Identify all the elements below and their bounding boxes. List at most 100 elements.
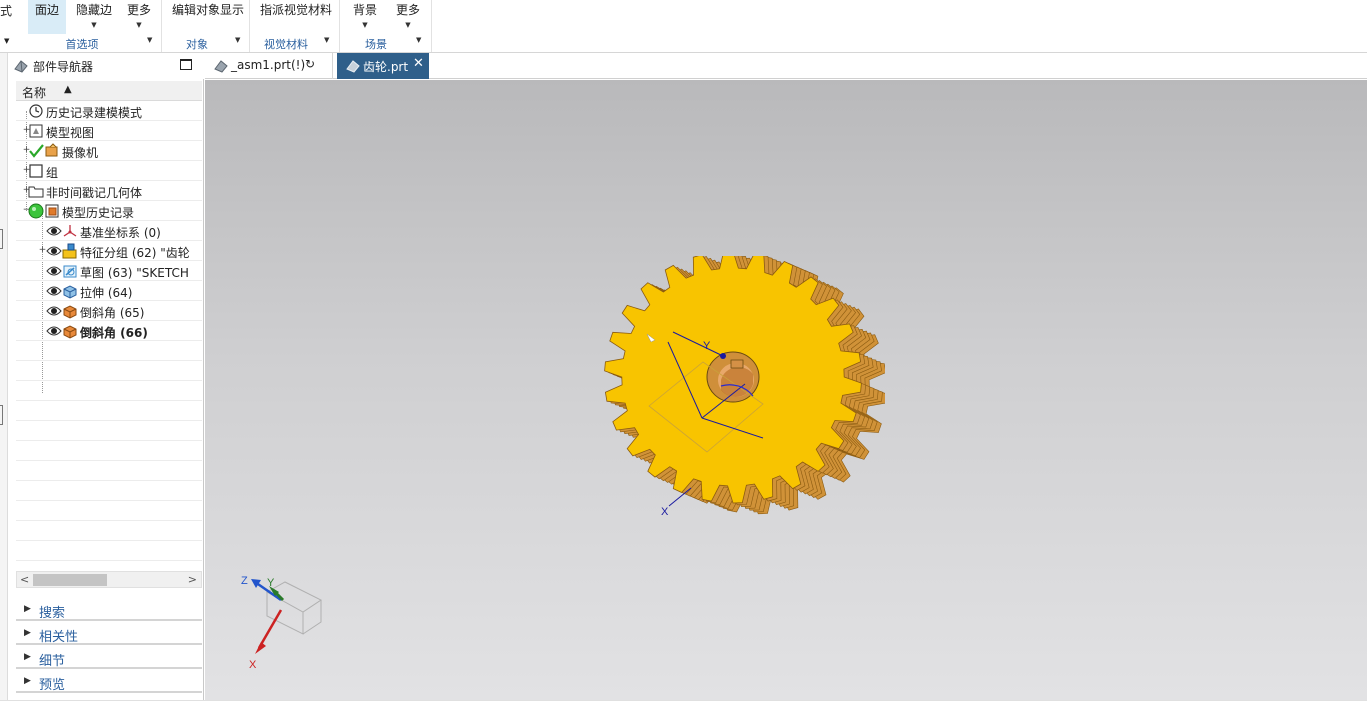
triad-z-arrow [251,579,261,588]
visibility-eye-icon[interactable] [46,285,62,297]
tree-row-empty [16,361,202,381]
background-label: 背景 [352,3,377,17]
tab-asm1[interactable]: _asm1.prt(!) ↻ [205,53,333,79]
group-dropdown-icon[interactable]: ▼ [147,36,152,44]
ribbon-partial-dropdown[interactable]: ▼ [4,37,9,45]
group-title-preferences: 首选项 [65,38,99,51]
model-view-icon [29,124,43,138]
tree-row[interactable]: − 模型历史记录 [16,201,202,221]
group-dropdown-icon[interactable]: ▼ [416,36,421,44]
group-title-visual-material: 视觉材料 [264,38,308,51]
group-dropdown-icon[interactable]: ▼ [235,36,240,44]
tree-row[interactable]: + 摄像机 [16,141,202,161]
graphics-viewport[interactable]: Y X Z Y X [205,80,1367,700]
status-green-icon [28,203,44,219]
section-preview-label: 预览 [39,678,66,693]
tree-row-empty [16,421,202,441]
section-preview[interactable]: ▶ 预览 [16,671,202,693]
tree-row[interactable]: 历史记录建模模式 [16,101,202,121]
folder-icon [28,186,44,198]
triad-x-label: X [249,659,257,668]
face-edges-button[interactable]: 面边 [28,0,66,34]
assign-visual-material-label: 指派视觉材料 [260,3,333,17]
visibility-eye-icon[interactable] [46,305,62,317]
csys-y-label: Y [703,340,711,352]
extrude-icon [63,285,77,299]
tree-row[interactable]: + 模型视图 [16,121,202,141]
tab-gear-prt[interactable]: 齿轮.prt ✕ [337,53,429,79]
visibility-eye-icon[interactable] [46,325,62,337]
tree-row-empty [16,341,202,361]
refresh-icon: ↻ [305,57,316,71]
scroll-left-icon[interactable]: < [20,573,29,586]
column-name-label: 名称 [22,86,47,100]
resource-bar [0,53,8,709]
edit-object-display-button[interactable]: 编辑对象显示 [172,0,245,34]
checkmark-icon[interactable] [28,143,44,159]
hidden-edges-button[interactable]: 隐藏边 ▼ [72,0,116,34]
tree-row-empty [16,381,202,401]
part-navigator: 部件导航器 名称 ▲ 历史记录建模模式 + 模型视图 + 摄像机 + 组 + 非时间戳记几何体 −… [8,53,204,709]
scrollbar-thumb[interactable] [33,574,107,586]
expand-arrow-icon: ▶ [24,676,31,686]
ribbon-partial-label: 式 [0,4,13,18]
expand-arrow-icon: ▶ [24,604,31,614]
scroll-right-icon[interactable]: > [188,573,197,586]
expand-arrow-icon: ▶ [24,652,31,662]
chamfer-icon [63,325,77,339]
ribbon-group-visual-material: 指派视觉材料 视觉材料 ▼ [250,0,340,52]
tree-item-label: 组 [46,166,59,180]
close-icon[interactable]: ✕ [413,56,424,71]
more-button-1[interactable]: 更多 ▼ [122,0,156,34]
tree-row[interactable]: 草图 (63) "SKETCH [16,261,202,281]
camera-icon [45,143,58,157]
edit-object-display-label: 编辑对象显示 [172,3,245,17]
feature-group-icon [62,243,77,259]
chamfer-icon [63,305,77,319]
section-search[interactable]: ▶ 搜索 [16,599,202,621]
status-strip [0,700,1367,709]
tree-row-empty [16,501,202,521]
tree-row-empty [16,541,202,561]
part-navigator-icon [14,60,28,73]
group-dropdown-icon[interactable]: ▼ [324,36,329,44]
resource-bar-tab[interactable] [0,405,3,425]
navigator-header: 部件导航器 [8,53,204,79]
tree-row[interactable]: 拉伸 (64) [16,281,202,301]
tree-item-label: 特征分组 (62) "齿轮 [80,246,190,260]
visibility-eye-icon[interactable] [46,265,62,277]
gear-model[interactable]: Y X [603,256,885,526]
more-button-2[interactable]: 更多 ▼ [392,0,424,34]
tree-row[interactable]: 基准坐标系 (0) [16,221,202,241]
navigator-title: 部件导航器 [33,60,94,74]
tree-row[interactable]: + 特征分组 (62) "齿轮 [16,241,202,261]
ribbon-group-object: 编辑对象显示 对象 ▼ [162,0,250,52]
resource-bar-tab[interactable] [0,229,3,249]
triad-x-arrow [255,642,266,654]
tree-row[interactable]: + 组 [16,161,202,181]
section-details[interactable]: ▶ 细节 [16,647,202,669]
view-triad[interactable]: Z Y X [231,568,331,668]
maximize-icon[interactable] [180,59,192,70]
tree-row[interactable]: 倒斜角 (66) [16,321,202,341]
tree-item-label: 基准坐标系 (0) [80,226,161,240]
visibility-eye-icon[interactable] [46,225,62,237]
column-header[interactable]: 名称 ▲ [16,81,202,101]
visibility-eye-icon[interactable] [46,245,62,257]
sketch-icon [63,265,77,278]
horizontal-scrollbar[interactable]: < > [16,571,202,588]
csys-x-label: X [661,506,669,518]
tree-row[interactable]: + 非时间戳记几何体 [16,181,202,201]
tree-item-label: 倒斜角 (66) [80,326,148,340]
tree-row-empty [16,481,202,501]
tree-item-label: 模型历史记录 [62,206,135,220]
clock-icon [29,104,43,118]
tree-item-label: 非时间戳记几何体 [46,186,143,200]
tree-row[interactable]: 倒斜角 (65) [16,301,202,321]
tree-item-label: 拉伸 (64) [80,286,133,300]
background-button[interactable]: 背景 ▼ [350,0,380,34]
face-edges-label: 面边 [34,3,59,17]
section-dependencies[interactable]: ▶ 相关性 [16,623,202,645]
ribbon-group-preferences: 面边 隐藏边 ▼ 更多 ▼ 首选项 ▼ [14,0,162,52]
assign-visual-material-button[interactable]: 指派视觉材料 [260,0,332,34]
